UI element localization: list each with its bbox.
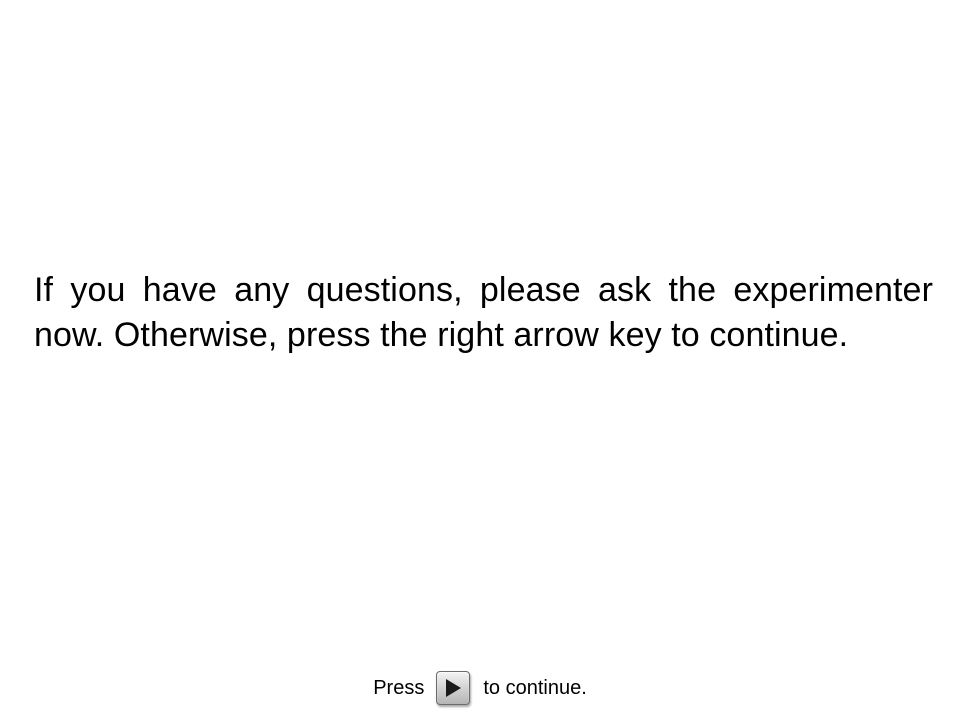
continue-prompt: Press to continue. (0, 666, 960, 710)
instruction-text: If you have any questions, please ask th… (34, 271, 933, 354)
right-arrow-key-button[interactable] (436, 671, 471, 705)
right-arrow-key-icon (446, 679, 462, 697)
press-label: Press (373, 677, 425, 699)
continue-label: to continue. (483, 677, 587, 699)
